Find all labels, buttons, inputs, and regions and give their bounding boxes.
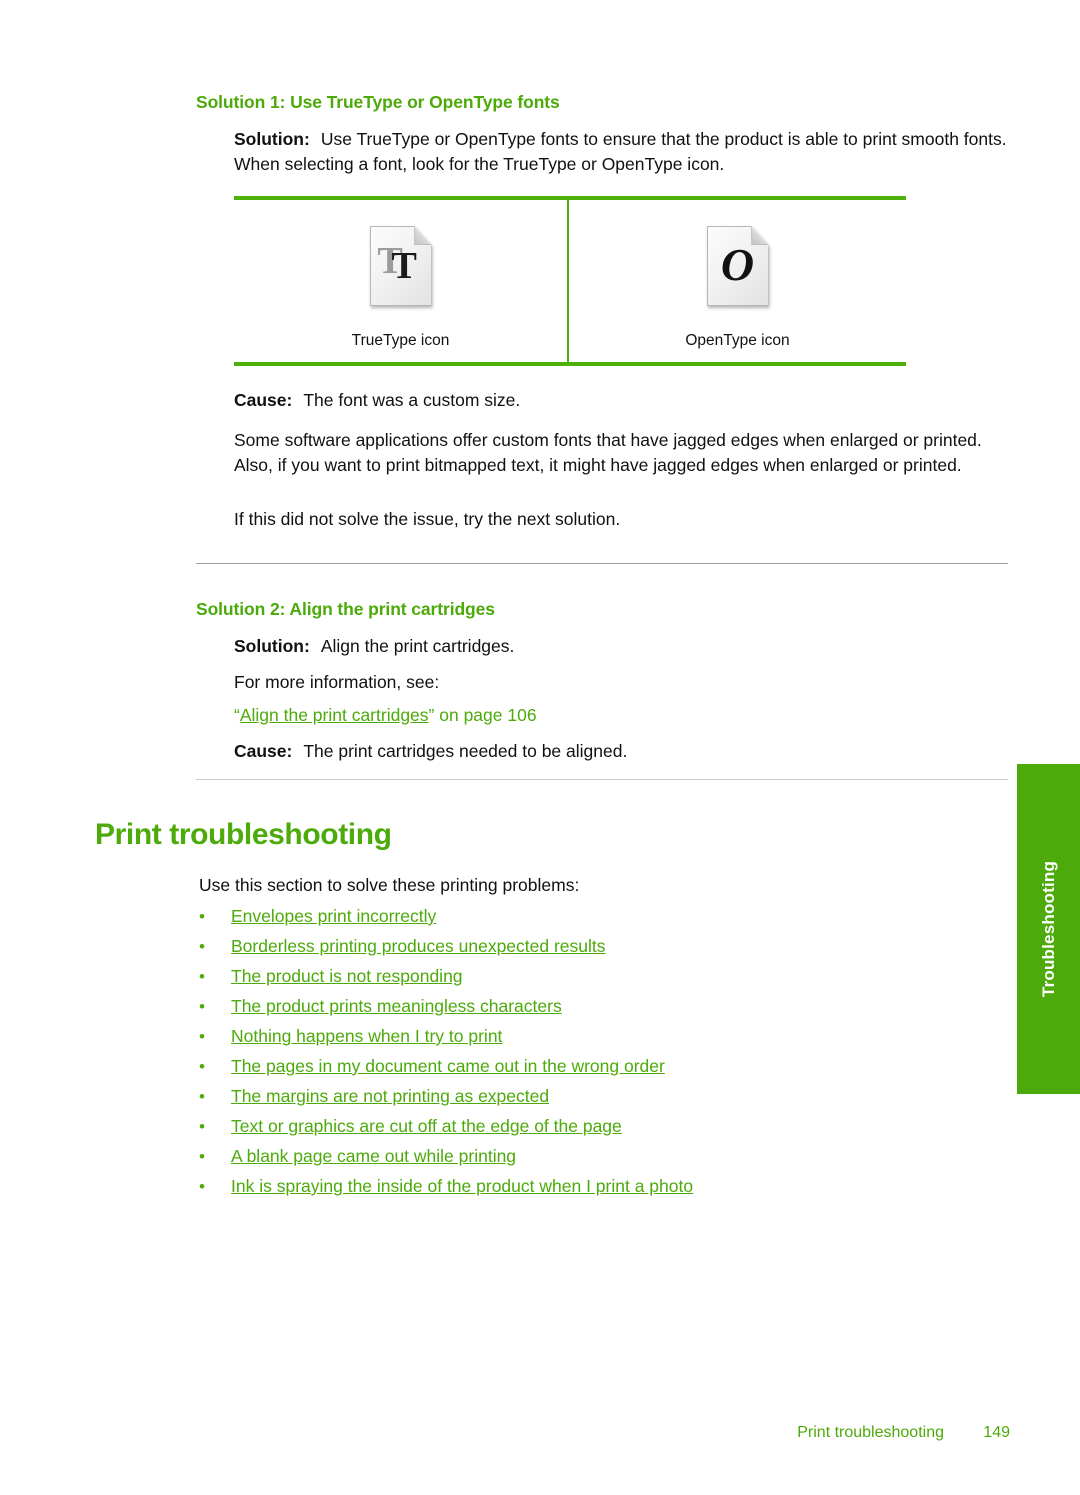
bullet-icon: • bbox=[199, 967, 205, 986]
list-item[interactable]: • A blank page came out while printing bbox=[199, 1146, 999, 1176]
xref-link-text[interactable]: Align the print cartridges bbox=[240, 705, 429, 725]
link-ink-spraying-inside-product[interactable]: Ink is spraying the inside of the produc… bbox=[231, 1176, 693, 1197]
document-page: Troubleshooting Solution 1: Use TrueType… bbox=[0, 0, 1080, 1495]
section-separator-1 bbox=[196, 563, 1008, 564]
table-cell-truetype: T T TrueType icon bbox=[234, 200, 567, 362]
bullet-icon: • bbox=[199, 1087, 205, 1106]
cause-text: The print cartridges needed to be aligne… bbox=[303, 741, 628, 761]
list-item[interactable]: • Text or graphics are cut off at the ed… bbox=[199, 1116, 999, 1146]
solution-2-solution-paragraph: Solution: Align the print cartridges. bbox=[234, 634, 1008, 659]
list-item[interactable]: • Nothing happens when I try to print bbox=[199, 1026, 999, 1056]
footer-page-number: 149 bbox=[983, 1424, 1010, 1441]
link-borderless-printing-unexpected-results[interactable]: Borderless printing produces unexpected … bbox=[231, 936, 606, 957]
page-footer: Print troubleshooting 149 bbox=[0, 1424, 1010, 1442]
link-product-not-responding[interactable]: The product is not responding bbox=[231, 966, 463, 987]
list-item[interactable]: • The pages in my document came out in t… bbox=[199, 1056, 999, 1086]
tt-glyph-front: T bbox=[391, 245, 417, 288]
bullet-icon: • bbox=[199, 937, 205, 956]
solution-1-cause-line: Cause: The font was a custom size. bbox=[234, 388, 1008, 413]
cause-text: The font was a custom size. bbox=[303, 390, 521, 410]
solution-label: Solution: bbox=[234, 636, 310, 656]
bullet-icon: • bbox=[199, 997, 205, 1016]
list-item[interactable]: • The product is not responding bbox=[199, 966, 999, 996]
link-text-or-graphics-cut-off[interactable]: Text or graphics are cut off at the edge… bbox=[231, 1116, 622, 1137]
footer-section-title: Print troubleshooting bbox=[797, 1424, 944, 1441]
truetype-caption: TrueType icon bbox=[351, 332, 450, 349]
list-item[interactable]: • Ink is spraying the inside of the prod… bbox=[199, 1176, 999, 1206]
solution-2-more-info: For more information, see: bbox=[234, 672, 440, 692]
solution-1-paragraph-1: Some software applications offer custom … bbox=[234, 430, 982, 475]
truetype-icon-slot: T T bbox=[369, 200, 432, 332]
list-item[interactable]: • The product prints meaningless charact… bbox=[199, 996, 999, 1026]
opentype-caption: OpenType icon bbox=[685, 332, 790, 349]
cause-label: Cause: bbox=[234, 741, 293, 761]
font-icon-comparison-table: T T TrueType icon O OpenType icon bbox=[234, 196, 906, 366]
bullet-icon: • bbox=[199, 1177, 205, 1196]
solution-1-solution-paragraph: Solution: Use TrueType or OpenType fonts … bbox=[234, 127, 1008, 177]
solution-2-heading: Solution 2: Align the print cartridges bbox=[196, 599, 495, 619]
opentype-icon: O bbox=[706, 226, 769, 306]
solution-label: Solution: bbox=[234, 129, 310, 149]
tt-monogram: T T bbox=[370, 242, 432, 288]
cause-label: Cause: bbox=[234, 390, 293, 410]
table-rule-bottom bbox=[234, 362, 906, 366]
side-tab-label: Troubleshooting bbox=[1038, 860, 1058, 998]
side-thumb-tab-troubleshooting: Troubleshooting bbox=[1017, 764, 1080, 1094]
link-envelopes-print-incorrectly[interactable]: Envelopes print incorrectly bbox=[231, 906, 436, 927]
list-item[interactable]: • Envelopes print incorrectly bbox=[199, 906, 999, 936]
opentype-icon-slot: O bbox=[706, 200, 769, 332]
link-blank-page-came-out[interactable]: A blank page came out while printing bbox=[231, 1146, 516, 1167]
ot-glyph: O bbox=[720, 239, 755, 291]
page-title-print-troubleshooting: Print troubleshooting bbox=[95, 818, 392, 851]
bullet-icon: • bbox=[199, 1147, 205, 1166]
solution-text: Use TrueType or OpenType fonts to ensure… bbox=[234, 129, 1007, 174]
link-product-prints-meaningless-characters[interactable]: The product prints meaningless character… bbox=[231, 996, 562, 1017]
solution-1-paragraph-2: If this did not solve the issue, try the… bbox=[234, 509, 621, 529]
list-item[interactable]: • The margins are not printing as expect… bbox=[199, 1086, 999, 1116]
print-problem-link-list: • Envelopes print incorrectly • Borderle… bbox=[199, 906, 999, 1206]
bullet-icon: • bbox=[199, 1117, 205, 1136]
xref-trailing-text: ” on page 106 bbox=[428, 705, 537, 725]
print-troubleshooting-intro: Use this section to solve these printing… bbox=[199, 875, 580, 895]
truetype-icon: T T bbox=[369, 226, 432, 306]
section-separator-2 bbox=[196, 779, 1008, 780]
solution-2-cause-line: Cause: The print cartridges needed to be … bbox=[234, 739, 1008, 764]
bullet-icon: • bbox=[199, 907, 205, 926]
list-item[interactable]: • Borderless printing produces unexpecte… bbox=[199, 936, 999, 966]
bullet-icon: • bbox=[199, 1057, 205, 1076]
ot-glyph-wrap: O bbox=[707, 242, 769, 288]
link-nothing-happens-when-i-try-to-print[interactable]: Nothing happens when I try to print bbox=[231, 1026, 502, 1047]
link-pages-came-out-wrong-order[interactable]: The pages in my document came out in the… bbox=[231, 1056, 665, 1077]
cross-reference-align-print-cartridges[interactable]: “Align the print cartridges” on page 106 bbox=[234, 705, 1008, 726]
table-cell-opentype: O OpenType icon bbox=[569, 200, 906, 362]
link-margins-not-printing-as-expected[interactable]: The margins are not printing as expected bbox=[231, 1086, 549, 1107]
bullet-icon: • bbox=[199, 1027, 205, 1046]
solution-text: Align the print cartridges. bbox=[320, 636, 515, 656]
solution-1-heading: Solution 1: Use TrueType or OpenType fon… bbox=[196, 92, 560, 112]
